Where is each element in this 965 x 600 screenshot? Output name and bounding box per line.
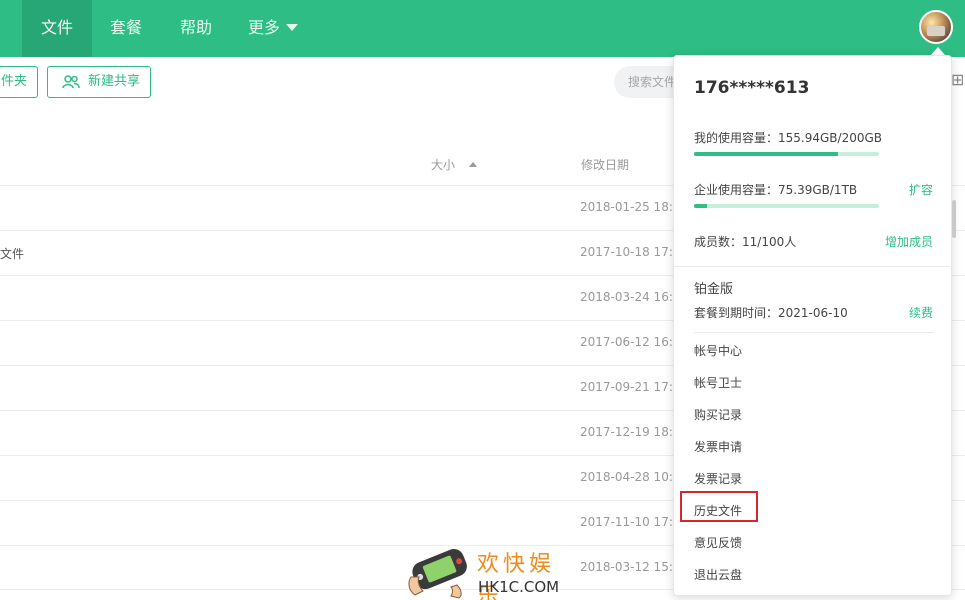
enterprise-usage-bar-fill — [694, 204, 707, 208]
nav-tab-help[interactable]: 帮助 — [167, 0, 225, 57]
file-date: 2017-10-18 17:2 — [580, 245, 681, 259]
nav-tab-more[interactable]: 更多 — [237, 0, 309, 57]
column-header-size[interactable]: 大小 — [431, 156, 478, 173]
divider — [694, 332, 934, 333]
members-label: 成员数：11/100人 — [694, 235, 797, 249]
highlight-box — [680, 491, 758, 522]
account-username: 176*****613 — [694, 78, 810, 98]
column-header-size-label: 大小 — [431, 158, 456, 172]
grid-view-icon[interactable]: ⊞ — [951, 70, 964, 89]
sort-ascending-icon — [469, 162, 478, 167]
menu-item-invoice-request[interactable]: 发票申请 — [694, 438, 742, 455]
file-date: 2018-03-12 15:0 — [580, 560, 681, 574]
my-usage-bar-fill — [694, 152, 839, 156]
file-date: 2018-03-24 16:0 — [580, 290, 681, 304]
add-member-link[interactable]: 增加成员 — [885, 233, 933, 250]
nav-tab-packages[interactable]: 套餐 — [97, 0, 155, 57]
users-icon — [62, 75, 80, 89]
new-share-label: 新建共享 — [88, 74, 141, 89]
menu-item-feedback[interactable]: 意见反馈 — [694, 534, 742, 551]
expand-link[interactable]: 扩容 — [909, 181, 933, 198]
file-date: 2017-12-19 18:5 — [580, 425, 681, 439]
file-date: 2017-06-12 16:3 — [580, 335, 681, 349]
top-nav-bar: 文件 套餐 帮助 更多 — [0, 0, 965, 57]
file-date: 2018-01-25 18:4 — [580, 200, 681, 214]
game-controller-icon — [408, 548, 467, 599]
menu-item-account-center[interactable]: 帐号中心 — [694, 342, 742, 359]
renew-link[interactable]: 续费 — [909, 304, 933, 321]
new-folder-button[interactable]: 件夹 — [0, 66, 38, 98]
my-usage-label: 我的使用容量：155.94GB/200GB — [694, 131, 882, 145]
menu-item-account-guard[interactable]: 帐号卫士 — [694, 374, 742, 391]
watermark: 欢快娱乐 HK1C.COM — [405, 541, 575, 600]
menu-item-purchase-records[interactable]: 购买记录 — [694, 406, 742, 423]
my-usage-bar — [694, 152, 879, 156]
file-name: 文件 — [0, 247, 25, 261]
menu-item-invoice-records[interactable]: 发票记录 — [694, 470, 742, 487]
enterprise-usage-bar — [694, 204, 879, 208]
new-share-button[interactable]: 新建共享 — [47, 66, 151, 98]
menu-item-logout[interactable]: 退出云盘 — [694, 566, 742, 583]
enterprise-usage-label: 企业使用容量：75.39GB/1TB — [694, 183, 858, 197]
avatar[interactable] — [919, 10, 953, 44]
scrollbar[interactable] — [952, 200, 956, 238]
file-date: 2017-11-10 17:3 — [580, 515, 681, 529]
file-date: 2018-04-28 10:4 — [580, 470, 681, 484]
plan-name: 铂金版 — [694, 282, 734, 297]
chevron-down-icon — [286, 24, 298, 31]
column-header-modified[interactable]: 修改日期 — [581, 156, 629, 173]
nav-tab-files[interactable]: 文件 — [22, 0, 92, 57]
watermark-text-en: HK1C.COM — [478, 578, 560, 596]
plan-expire-label: 套餐到期时间：2021-06-10 — [694, 306, 848, 320]
divider — [674, 266, 953, 267]
nav-more-label: 更多 — [247, 18, 280, 37]
file-date: 2017-09-21 17:4 — [580, 380, 681, 394]
